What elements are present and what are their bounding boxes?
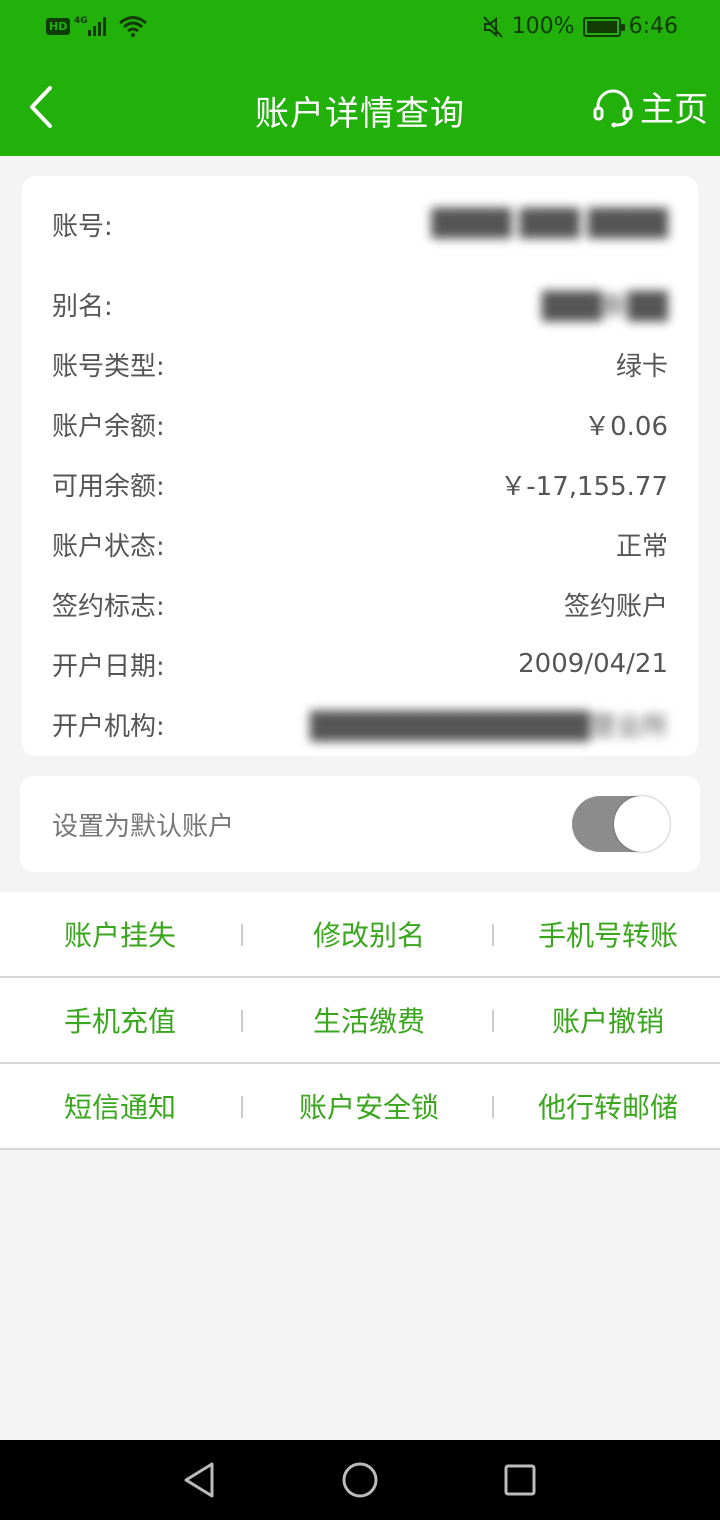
- detail-value: ██████████████营业所: [310, 711, 668, 742]
- detail-value: 绿卡: [615, 351, 668, 382]
- detail-value: ████ ███ ████: [431, 209, 668, 239]
- default-account-card: 设置为默认账户: [20, 776, 700, 872]
- action-report-loss[interactable]: 账户挂失: [0, 892, 240, 976]
- svg-text:4G: 4G: [74, 16, 88, 26]
- detail-label: 开户机构:: [52, 711, 165, 742]
- detail-label: 别名:: [52, 291, 113, 322]
- action-row: 手机充值 生活缴费 账户撤销: [0, 978, 720, 1064]
- app-header: HD 4G 100% 6:46 账户详情查询 主页: [0, 0, 720, 156]
- system-recents-button[interactable]: [498, 1458, 542, 1502]
- system-home-button[interactable]: [338, 1458, 382, 1502]
- default-account-label: 设置为默认账户: [52, 812, 235, 842]
- system-back-button[interactable]: [178, 1458, 222, 1502]
- action-security-lock[interactable]: 账户安全锁: [244, 1064, 494, 1148]
- detail-row-status: 账户状态: 正常: [52, 524, 668, 564]
- back-triangle-icon: [184, 1462, 214, 1498]
- nav-bar: 账户详情查询 主页: [0, 58, 720, 156]
- detail-row-alias: 别名: ███新██: [52, 284, 668, 324]
- clock: 6:46: [628, 14, 678, 39]
- status-left: HD 4G: [46, 14, 148, 38]
- action-close-account[interactable]: 账户撤销: [496, 978, 720, 1062]
- divider: [492, 1096, 494, 1118]
- detail-label: 账号:: [52, 211, 113, 242]
- detail-label: 账号类型:: [52, 351, 165, 382]
- detail-label: 开户日期:: [52, 651, 165, 682]
- detail-row-account-number: 账号: ████ ███ ████: [52, 204, 668, 244]
- status-bar: HD 4G 100% 6:46: [0, 0, 720, 58]
- home-label: 主页: [640, 90, 708, 130]
- default-account-toggle[interactable]: [572, 796, 670, 852]
- divider: [241, 1096, 243, 1118]
- detail-value: 正常: [615, 531, 668, 562]
- detail-value: 2009/04/21: [518, 649, 668, 679]
- action-edit-alias[interactable]: 修改别名: [244, 892, 494, 976]
- detail-value: ￥-17,155.77: [500, 471, 668, 502]
- status-right: 100% 6:46: [482, 14, 678, 39]
- action-phone-topup[interactable]: 手机充值: [0, 978, 240, 1062]
- action-bill-payment[interactable]: 生活缴费: [244, 978, 494, 1062]
- detail-row-branch: 开户机构: ██████████████营业所: [52, 704, 668, 744]
- detail-row-account-type: 账号类型: 绿卡: [52, 344, 668, 384]
- divider: [492, 1010, 494, 1032]
- detail-value: 签约账户: [563, 591, 668, 622]
- detail-value: ￥0.06: [584, 411, 668, 442]
- action-row: 账户挂失 修改别名 手机号转账: [0, 892, 720, 978]
- action-interbank-transfer[interactable]: 他行转邮储: [496, 1064, 720, 1148]
- account-details-card: 账号: ████ ███ ████ 别名: ███新██ 账号类型: 绿卡 账户…: [22, 176, 698, 756]
- action-phone-transfer[interactable]: 手机号转账: [496, 892, 720, 976]
- battery-percent: 100%: [511, 14, 575, 39]
- battery-icon: [582, 16, 625, 37]
- action-row: 短信通知 账户安全锁 他行转邮储: [0, 1064, 720, 1150]
- mute-icon: [482, 15, 503, 38]
- home-circle-icon: [342, 1462, 378, 1498]
- home-button[interactable]: 主页: [592, 82, 708, 131]
- detail-row-available-balance: 可用余额: ￥-17,155.77: [52, 464, 668, 504]
- detail-label: 可用余额:: [52, 471, 165, 502]
- detail-row-open-date: 开户日期: 2009/04/21: [52, 644, 668, 684]
- detail-value: ███新██: [542, 291, 668, 322]
- detail-label: 账户状态:: [52, 531, 165, 562]
- detail-label: 签约标志:: [52, 591, 165, 622]
- detail-row-contract-flag: 签约标志: 签约账户: [52, 584, 668, 624]
- divider: [241, 1010, 243, 1032]
- toggle-knob: [614, 796, 670, 852]
- action-grid: 账户挂失 修改别名 手机号转账 手机充值 生活缴费 账户撤销 短信通知 账户安全…: [0, 892, 720, 1150]
- divider: [492, 924, 494, 946]
- detail-row-balance: 账户余额: ￥0.06: [52, 404, 668, 444]
- wifi-icon: [119, 16, 148, 37]
- system-nav-bar: [0, 1440, 720, 1520]
- divider: [241, 924, 243, 946]
- headset-icon: [593, 89, 633, 127]
- signal-icon: 4G: [74, 16, 107, 36]
- recents-square-icon: [504, 1464, 536, 1496]
- hd-badge: HD: [46, 17, 71, 35]
- action-sms-notice[interactable]: 短信通知: [0, 1064, 240, 1148]
- detail-label: 账户余额:: [52, 411, 165, 442]
